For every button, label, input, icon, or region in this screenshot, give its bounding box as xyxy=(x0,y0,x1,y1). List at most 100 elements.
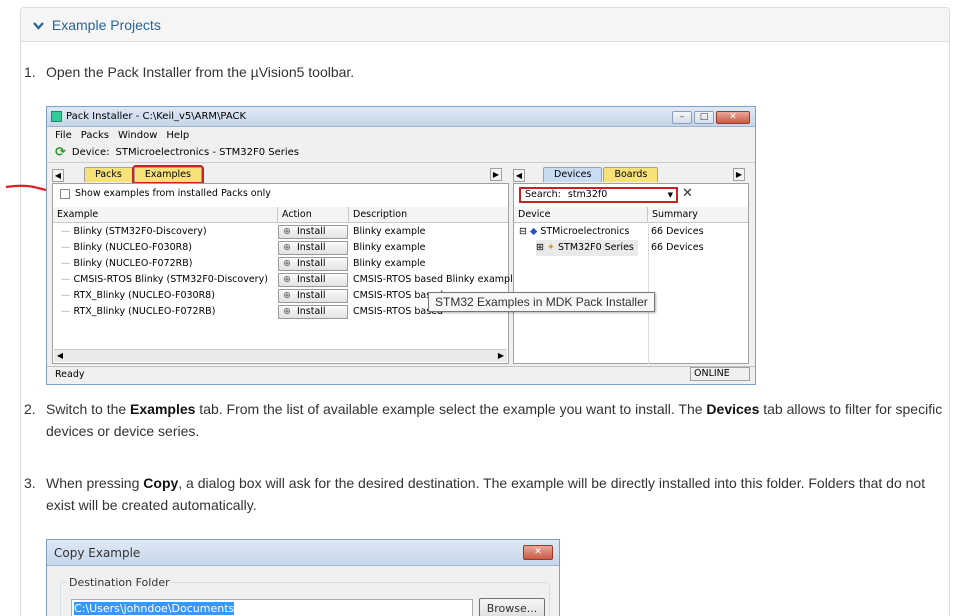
close-button[interactable]: ✕ xyxy=(716,111,750,124)
example-row[interactable]: — RTX_Blinky (NUCLEO-F072RB) xyxy=(61,304,215,320)
install-label: Install xyxy=(296,290,326,301)
panel-title[interactable]: Example Projects xyxy=(52,17,161,33)
destination-path-input[interactable]: C:\Users\johndoe\Documents xyxy=(71,599,473,616)
menu-packs[interactable]: Packs xyxy=(81,130,109,141)
tree-item-label: STMicroelectronics xyxy=(540,226,630,237)
example-name: Blinky (NUCLEO-F072RB) xyxy=(73,258,193,269)
step-2: 2. Switch to the Examples tab. From the … xyxy=(24,398,945,442)
install-label: Install xyxy=(296,274,326,285)
right-tab-scroll-left-icon[interactable]: ◀ xyxy=(513,169,525,182)
example-name: RTX_Blinky (NUCLEO-F030R8) xyxy=(73,290,215,301)
device-label: Device: xyxy=(71,147,110,158)
install-button[interactable]: ⊕ Install xyxy=(278,241,348,255)
window-title: Pack Installer - C:\Keil_v5\ARM\PACK xyxy=(66,111,247,122)
horizontal-scrollbar[interactable]: ◀ ▶ xyxy=(54,349,507,362)
example-description: Blinky example xyxy=(353,226,426,237)
tab-scroll-right-icon[interactable]: ▶ xyxy=(490,168,502,181)
devices-grid-header: Device Summary xyxy=(514,207,748,223)
right-tab-scroll-right-icon[interactable]: ▶ xyxy=(733,168,745,181)
tab-boards[interactable]: Boards xyxy=(603,167,659,182)
install-button[interactable]: ⊕ Install xyxy=(278,273,348,287)
tree-item-series[interactable]: ⊞ ✦ STM32F0 Series xyxy=(536,240,638,256)
screenshot-caption-tooltip: STM32 Examples in MDK Pack Installer xyxy=(428,292,655,312)
status-bar: Ready ONLINE xyxy=(47,366,755,382)
install-button[interactable]: ⊕ Install xyxy=(278,225,348,239)
tree-item-label: STM32F0 Series xyxy=(558,242,634,253)
menu-help[interactable]: Help xyxy=(166,130,189,141)
example-name: CMSIS-RTOS Blinky (STM32F0-Discovery) xyxy=(73,274,268,285)
expand-icon[interactable]: ⊞ xyxy=(536,242,544,253)
tree-item-vendor[interactable]: ⊟ ◆ STMicroelectronics xyxy=(519,224,629,240)
tab-devices[interactable]: Devices xyxy=(543,167,603,182)
step-1: 1. Open the Pack Installer from the µVis… xyxy=(24,61,945,83)
copy-example-dialog: Copy Example ✕ Destination Folder C:\Use… xyxy=(46,539,560,616)
browse-button[interactable]: Browse... xyxy=(479,598,545,616)
install-label: Install xyxy=(296,258,326,269)
install-icon: ⊕ xyxy=(283,242,291,253)
menubar: File Packs Window Help xyxy=(47,127,755,143)
online-status-badge: ONLINE xyxy=(690,367,750,381)
search-label: Search: xyxy=(525,189,561,200)
refresh-icon[interactable]: ⟳ xyxy=(55,145,66,160)
device-search-box[interactable]: Search: stm32f0 ▼ xyxy=(519,187,678,203)
tab-examples[interactable]: Examples xyxy=(131,165,204,184)
menu-window[interactable]: Window xyxy=(118,130,157,141)
tree-item-summary: 66 Devices xyxy=(651,242,704,253)
install-label: Install xyxy=(296,306,326,317)
clear-search-icon[interactable]: ✕ xyxy=(682,186,693,201)
example-row[interactable]: — CMSIS-RTOS Blinky (STM32F0-Discovery) xyxy=(61,272,268,288)
scroll-left-icon[interactable]: ◀ xyxy=(54,350,66,363)
step-number: 3. xyxy=(24,475,36,491)
column-summary[interactable]: Summary xyxy=(648,207,748,223)
menu-file[interactable]: File xyxy=(55,130,72,141)
column-action[interactable]: Action xyxy=(278,207,349,223)
panel-header[interactable]: Example Projects xyxy=(21,8,949,42)
install-icon: ⊕ xyxy=(283,306,291,317)
install-icon: ⊕ xyxy=(283,258,291,269)
install-label: Install xyxy=(296,242,326,253)
scroll-right-icon[interactable]: ▶ xyxy=(495,350,507,363)
example-row[interactable]: — Blinky (NUCLEO-F072RB) xyxy=(61,256,192,272)
example-description: Blinky example xyxy=(353,242,426,253)
maximize-button[interactable]: □ xyxy=(694,111,714,124)
pack-installer-icon xyxy=(51,111,62,122)
example-row[interactable]: — Blinky (STM32F0-Discovery) xyxy=(61,224,207,240)
install-icon: ⊕ xyxy=(283,274,291,285)
examples-pane: Show examples from installed Packs only … xyxy=(52,183,519,364)
example-row[interactable]: — RTX_Blinky (NUCLEO-F030R8) xyxy=(61,288,215,304)
dialog-title: Copy Example xyxy=(54,545,141,560)
search-dropdown-icon[interactable]: ▼ xyxy=(668,189,673,201)
devices-pane: Search: stm32f0 ▼ ✕ Device Summary ⊟ ◆ S… xyxy=(513,183,749,364)
step-3: 3. When pressing Copy, a dialog box will… xyxy=(24,472,945,516)
column-description[interactable]: Description xyxy=(349,207,508,223)
install-button[interactable]: ⊕ Install xyxy=(278,305,348,319)
tab-scroll-left-icon[interactable]: ◀ xyxy=(52,169,64,182)
device-bar: ⟳ Device: STMicroelectronics - STM32F0 S… xyxy=(47,143,755,163)
checkbox-label: Show examples from installed Packs only xyxy=(75,188,271,199)
device-value: STMicroelectronics - STM32F0 Series xyxy=(115,147,300,158)
step-text: When pressing Copy, a dialog box will as… xyxy=(46,475,926,513)
column-example[interactable]: Example xyxy=(53,207,278,223)
install-label: Install xyxy=(296,226,326,237)
vendor-icon: ◆ xyxy=(530,226,538,237)
dialog-titlebar: Copy Example ✕ xyxy=(47,540,559,566)
column-device[interactable]: Device xyxy=(514,207,648,223)
example-row[interactable]: — Blinky (NUCLEO-F030R8) xyxy=(61,240,192,256)
chip-icon: ✦ xyxy=(547,242,555,253)
install-button[interactable]: ⊕ Install xyxy=(278,289,348,303)
tab-packs[interactable]: Packs xyxy=(84,167,133,182)
install-button[interactable]: ⊕ Install xyxy=(278,257,348,271)
minimize-button[interactable]: – xyxy=(672,111,692,124)
step-text: Open the Pack Installer from the µVision… xyxy=(46,64,355,80)
left-tabstrip: ◀ Packs Examples xyxy=(52,165,509,184)
dialog-close-button[interactable]: ✕ xyxy=(523,545,553,560)
status-text: Ready xyxy=(55,369,85,380)
step-number: 1. xyxy=(24,64,36,80)
collapse-icon[interactable]: ⊟ xyxy=(519,226,527,237)
show-installed-checkbox[interactable] xyxy=(60,188,70,199)
pack-installer-window: Pack Installer - C:\Keil_v5\ARM\PACK – □… xyxy=(46,106,756,385)
example-description: Blinky example xyxy=(353,258,426,269)
destination-path-value: C:\Users\johndoe\Documents xyxy=(74,602,235,615)
search-input[interactable]: stm32f0 xyxy=(568,189,607,200)
show-installed-checkbox-row[interactable]: Show examples from installed Packs only xyxy=(60,188,271,199)
